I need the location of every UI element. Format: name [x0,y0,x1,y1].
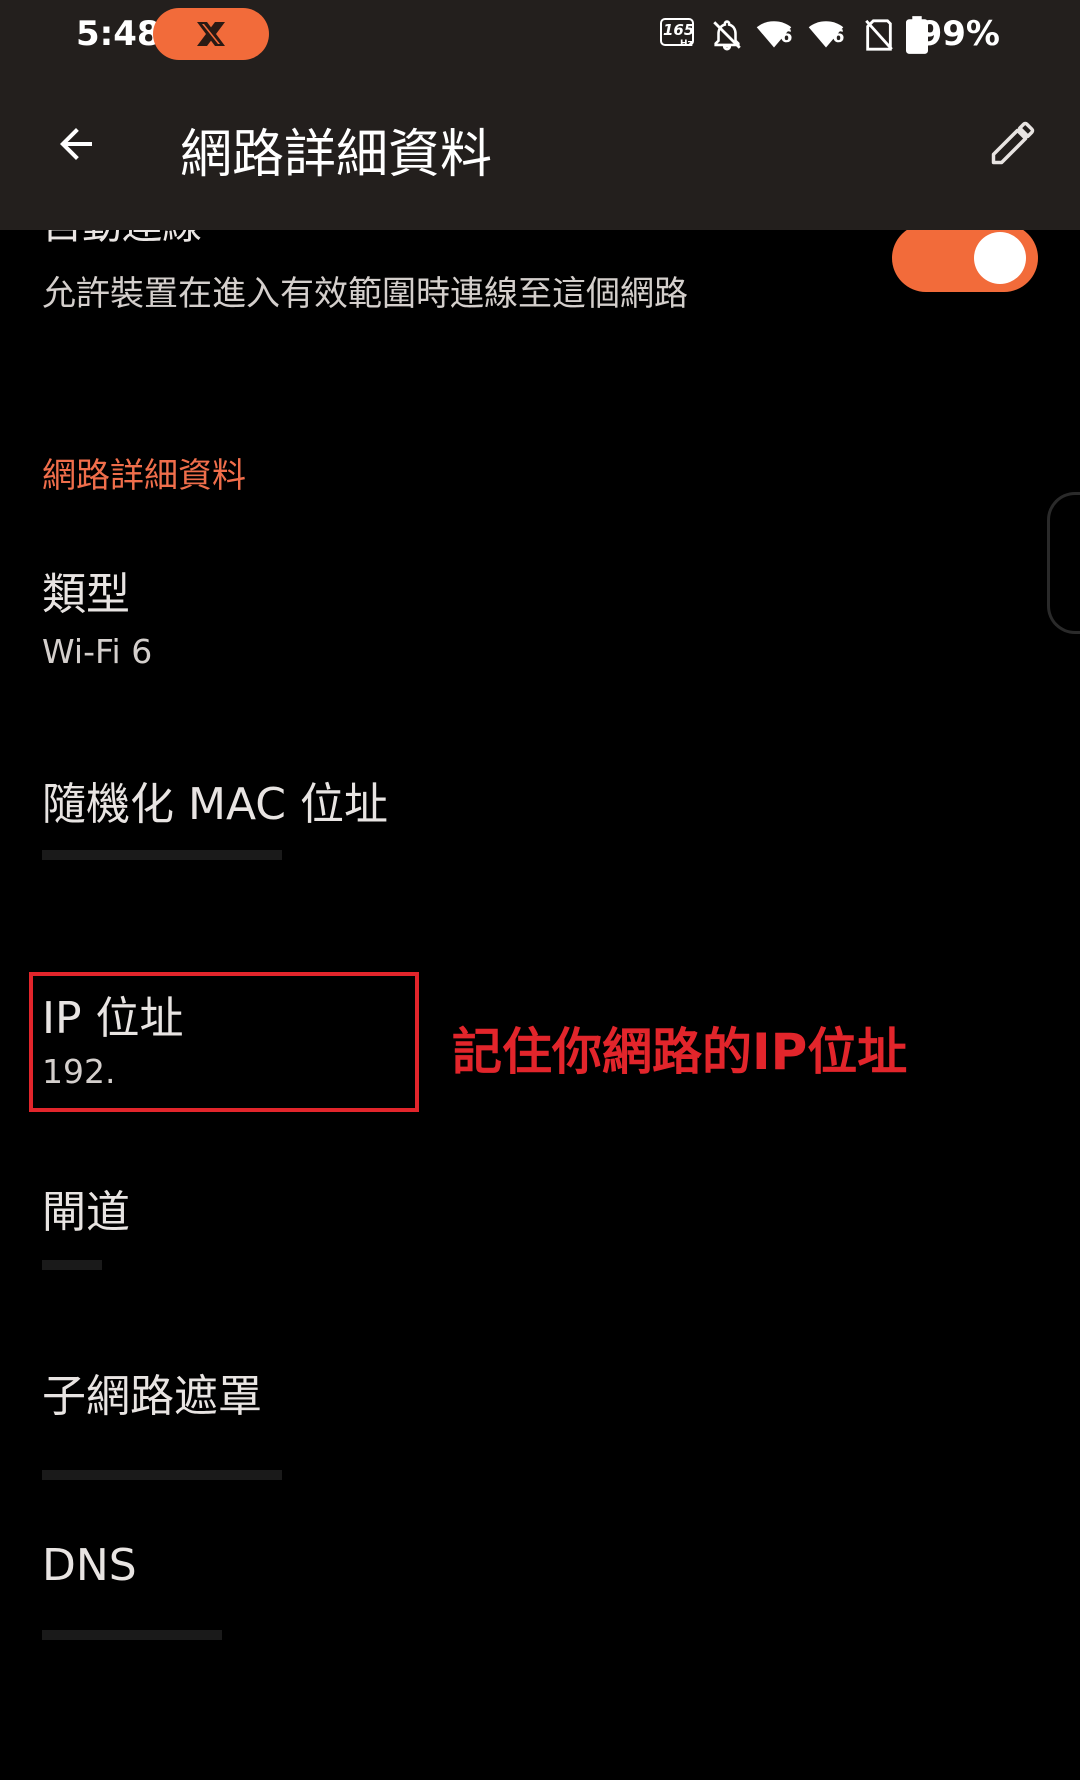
refresh-rate-unit: Hz [680,39,693,49]
refresh-rate-icon: 165 Hz [660,18,698,52]
wifi-icon: 6 [756,18,800,54]
redacted-value [42,1630,222,1640]
battery-percentage: 99% [918,14,1000,54]
detail-title: DNS [42,1540,137,1591]
redacted-value [42,1470,282,1480]
scroll-handle[interactable] [1047,492,1080,634]
page-title: 網路詳細資料 [180,125,493,185]
wifi-icon-2: 6 [808,18,852,54]
no-sim-icon [865,19,893,51]
detail-value: Wi-Fi 6 [42,632,153,671]
app-bar: 網路詳細資料 [0,72,1080,230]
x-app-icon [197,22,225,46]
wifi-badge-2: 6 [832,26,845,47]
notification-pill[interactable] [153,8,269,60]
redacted-value [42,850,282,860]
toggle-thumb [974,232,1026,284]
section-header: 網路詳細資料 [42,456,246,496]
redacted-value [42,1260,102,1270]
settings-list: 自動連線 允許裝置在進入有效範圍時連線至這個網路 網路詳細資料 類型 Wi-Fi… [0,202,1080,1780]
bell-off-icon [713,20,741,51]
detail-title: 隨機化 MAC 位址 [42,779,388,830]
detail-title: 子網路遮罩 [42,1371,262,1422]
auto-connect-summary: 允許裝置在進入有效範圍時連線至這個網路 [42,274,688,314]
annotation-text: 記住你網路的IP位址 [452,1023,908,1081]
status-icons: 165 Hz 6 6 99% [640,0,1080,72]
pencil-edit-icon [991,121,1035,165]
refresh-rate-value: 165 [663,21,695,39]
detail-title: 閘道 [42,1187,130,1238]
edit-button[interactable] [978,108,1048,178]
back-button[interactable] [44,112,108,176]
arrow-back-icon [60,128,92,160]
auto-connect-toggle[interactable] [892,224,1038,292]
highlight-box [29,972,419,1112]
status-bar: 5:48 165 Hz 6 6 99% [0,0,1080,72]
detail-title: 類型 [42,569,130,620]
status-time: 5:48 [76,14,161,54]
wifi-badge: 6 [780,26,793,47]
